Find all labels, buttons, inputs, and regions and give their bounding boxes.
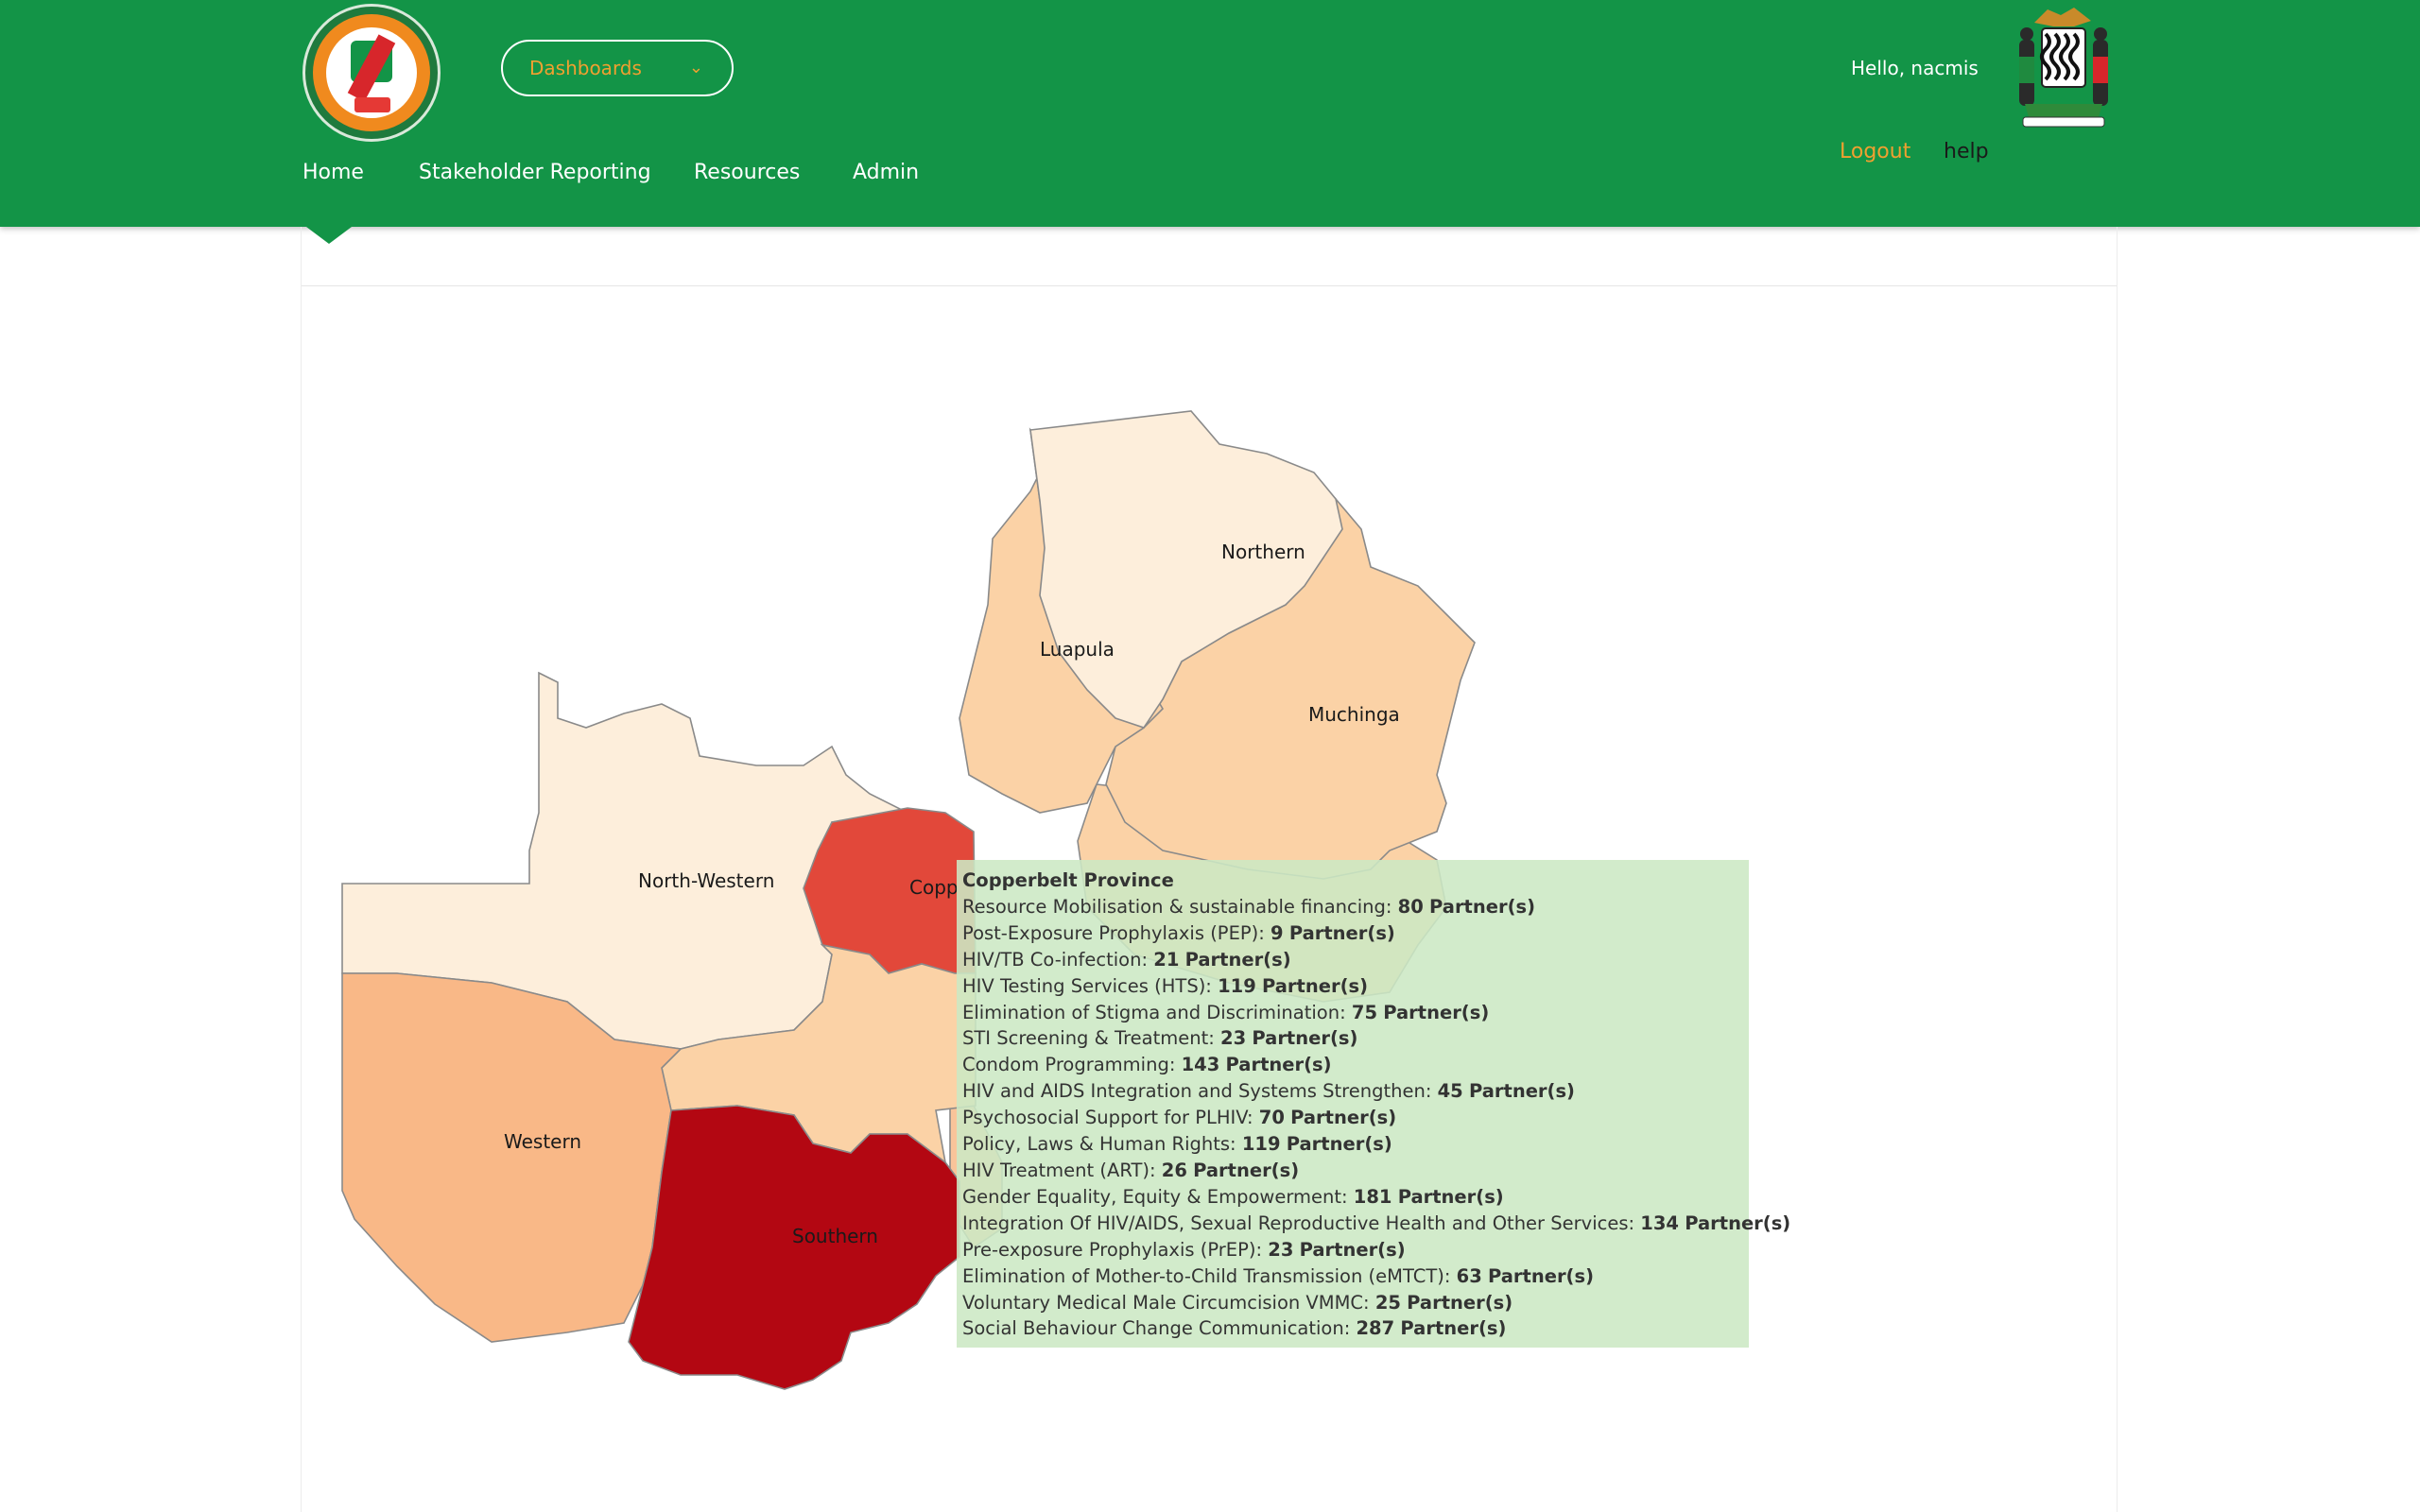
tooltip-row-label: HIV/TB Co-infection: bbox=[962, 948, 1149, 971]
tooltip-row-suffix: Partner(s) bbox=[1685, 1211, 1791, 1234]
tooltip-row-count: 9 bbox=[1270, 921, 1284, 944]
label-southern: Southern bbox=[792, 1225, 878, 1247]
tooltip-row-count: 63 bbox=[1456, 1264, 1482, 1287]
province-southern[interactable] bbox=[628, 1105, 960, 1390]
tooltip-row-label: Elimination of Stigma and Discrimination… bbox=[962, 1001, 1346, 1023]
tooltip-row: HIV Testing Services (HTS): 119 Partner(… bbox=[962, 973, 1743, 1000]
tooltip-row-suffix: Partner(s) bbox=[1262, 974, 1369, 997]
tooltip-row-label: Policy, Laws & Human Rights: bbox=[962, 1133, 1236, 1156]
tooltip-row-suffix: Partner(s) bbox=[1407, 1291, 1513, 1314]
tooltip-row-suffix: Partner(s) bbox=[1193, 1159, 1300, 1181]
tooltip-row-suffix: Partner(s) bbox=[1290, 1107, 1397, 1129]
tooltip-row-label: Condom Programming: bbox=[962, 1054, 1176, 1076]
tooltip-row-count: 287 bbox=[1356, 1317, 1395, 1340]
tooltip-row-label: HIV Testing Services (HTS): bbox=[962, 974, 1212, 997]
tooltip-row-count: 45 bbox=[1437, 1080, 1463, 1103]
tooltip-row: Condom Programming: 143 Partner(s) bbox=[962, 1052, 1743, 1078]
tooltip-row-count: 23 bbox=[1220, 1027, 1247, 1050]
province-tooltip: Copperbelt Province Resource Mobilisatio… bbox=[957, 860, 1790, 1348]
tooltip-row: Psychosocial Support for PLHIV: 70 Partn… bbox=[962, 1105, 1743, 1131]
tooltip-row: HIV and AIDS Integration and Systems Str… bbox=[962, 1078, 1743, 1105]
tooltip-row-suffix: Partner(s) bbox=[1429, 895, 1536, 918]
tooltip-row: Post-Exposure Prophylaxis (PEP): 9 Partn… bbox=[962, 920, 1743, 947]
tooltip-row-count: 119 bbox=[1218, 974, 1256, 997]
tooltip-row: Gender Equality, Equity & Empowerment: 1… bbox=[962, 1184, 1743, 1211]
tooltip-row-count: 80 bbox=[1397, 895, 1424, 918]
tooltip-row-suffix: Partner(s) bbox=[1468, 1080, 1575, 1103]
label-north-western: North-Western bbox=[638, 869, 774, 892]
tooltip-row-suffix: Partner(s) bbox=[1383, 1001, 1490, 1023]
tooltip-row-count: 75 bbox=[1351, 1001, 1378, 1023]
label-luapula: Luapula bbox=[1040, 638, 1115, 661]
tooltip-row-suffix: Partner(s) bbox=[1225, 1054, 1332, 1076]
tooltip-title: Copperbelt Province bbox=[962, 869, 1174, 891]
tooltip-row-suffix: Partner(s) bbox=[1299, 1238, 1406, 1261]
tooltip-row-label: Elimination of Mother-to-Child Transmiss… bbox=[962, 1264, 1451, 1287]
tooltip-row-count: 23 bbox=[1268, 1238, 1294, 1261]
tooltip-row-label: Pre-exposure Prophylaxis (PrEP): bbox=[962, 1238, 1263, 1261]
tooltip-row-count: 181 bbox=[1353, 1185, 1392, 1208]
tooltip-row-count: 26 bbox=[1161, 1159, 1187, 1181]
tooltip-row-label: STI Screening & Treatment: bbox=[962, 1027, 1215, 1050]
tooltip-row-count: 119 bbox=[1241, 1133, 1281, 1156]
tooltip-row-suffix: Partner(s) bbox=[1397, 1185, 1504, 1208]
tooltip-row-label: HIV Treatment (ART): bbox=[962, 1159, 1156, 1181]
tooltip-row-suffix: Partner(s) bbox=[1487, 1264, 1594, 1287]
label-western: Western bbox=[504, 1130, 581, 1153]
tooltip-row-label: Post-Exposure Prophylaxis (PEP): bbox=[962, 921, 1265, 944]
label-muchinga: Muchinga bbox=[1308, 703, 1400, 726]
tooltip-row: Integration Of HIV/AIDS, Sexual Reproduc… bbox=[962, 1211, 1790, 1237]
tooltip-row-count: 21 bbox=[1153, 948, 1180, 971]
tooltip-rows: Resource Mobilisation & sustainable fina… bbox=[962, 894, 1790, 1342]
tooltip-row: Pre-exposure Prophylaxis (PrEP): 23 Part… bbox=[962, 1237, 1743, 1263]
tooltip-row: Resource Mobilisation & sustainable fina… bbox=[962, 894, 1743, 920]
tooltip-row: Policy, Laws & Human Rights: 119 Partner… bbox=[962, 1131, 1743, 1158]
tooltip-row-label: Social Behaviour Change Communication: bbox=[962, 1317, 1351, 1340]
tooltip-row: HIV/TB Co-infection: 21 Partner(s) bbox=[962, 947, 1743, 973]
tooltip-row: STI Screening & Treatment: 23 Partner(s) bbox=[962, 1025, 1743, 1052]
tooltip-row-count: 25 bbox=[1374, 1291, 1401, 1314]
tooltip-row-label: HIV and AIDS Integration and Systems Str… bbox=[962, 1080, 1432, 1103]
tooltip-row: Elimination of Mother-to-Child Transmiss… bbox=[962, 1263, 1743, 1290]
tooltip-row-label: Resource Mobilisation & sustainable fina… bbox=[962, 895, 1392, 918]
tooltip-row-suffix: Partner(s) bbox=[1252, 1027, 1358, 1050]
tooltip-row-suffix: Partner(s) bbox=[1288, 921, 1395, 944]
tooltip-row-label: Psychosocial Support for PLHIV: bbox=[962, 1107, 1253, 1129]
tooltip-row: Voluntary Medical Male Circumcision VMMC… bbox=[962, 1290, 1743, 1316]
tooltip-row-count: 134 bbox=[1640, 1211, 1679, 1234]
tooltip-row-suffix: Partner(s) bbox=[1400, 1317, 1507, 1340]
tooltip-row-label: Voluntary Medical Male Circumcision VMMC… bbox=[962, 1291, 1370, 1314]
label-copperbelt: Copp bbox=[909, 876, 959, 899]
tooltip-row-count: 143 bbox=[1181, 1054, 1220, 1076]
tooltip-row: HIV Treatment (ART): 26 Partner(s) bbox=[962, 1158, 1743, 1184]
tooltip-row-suffix: Partner(s) bbox=[1184, 948, 1291, 971]
tooltip-row: Social Behaviour Change Communication: 2… bbox=[962, 1315, 1743, 1342]
tooltip-row-count: 70 bbox=[1258, 1107, 1285, 1129]
label-northern: Northern bbox=[1221, 541, 1305, 563]
tooltip-row-label: Integration Of HIV/AIDS, Sexual Reproduc… bbox=[962, 1211, 1635, 1234]
tooltip-row: Elimination of Stigma and Discrimination… bbox=[962, 1000, 1743, 1026]
tooltip-row-label: Gender Equality, Equity & Empowerment: bbox=[962, 1185, 1348, 1208]
tooltip-row-suffix: Partner(s) bbox=[1286, 1133, 1392, 1156]
